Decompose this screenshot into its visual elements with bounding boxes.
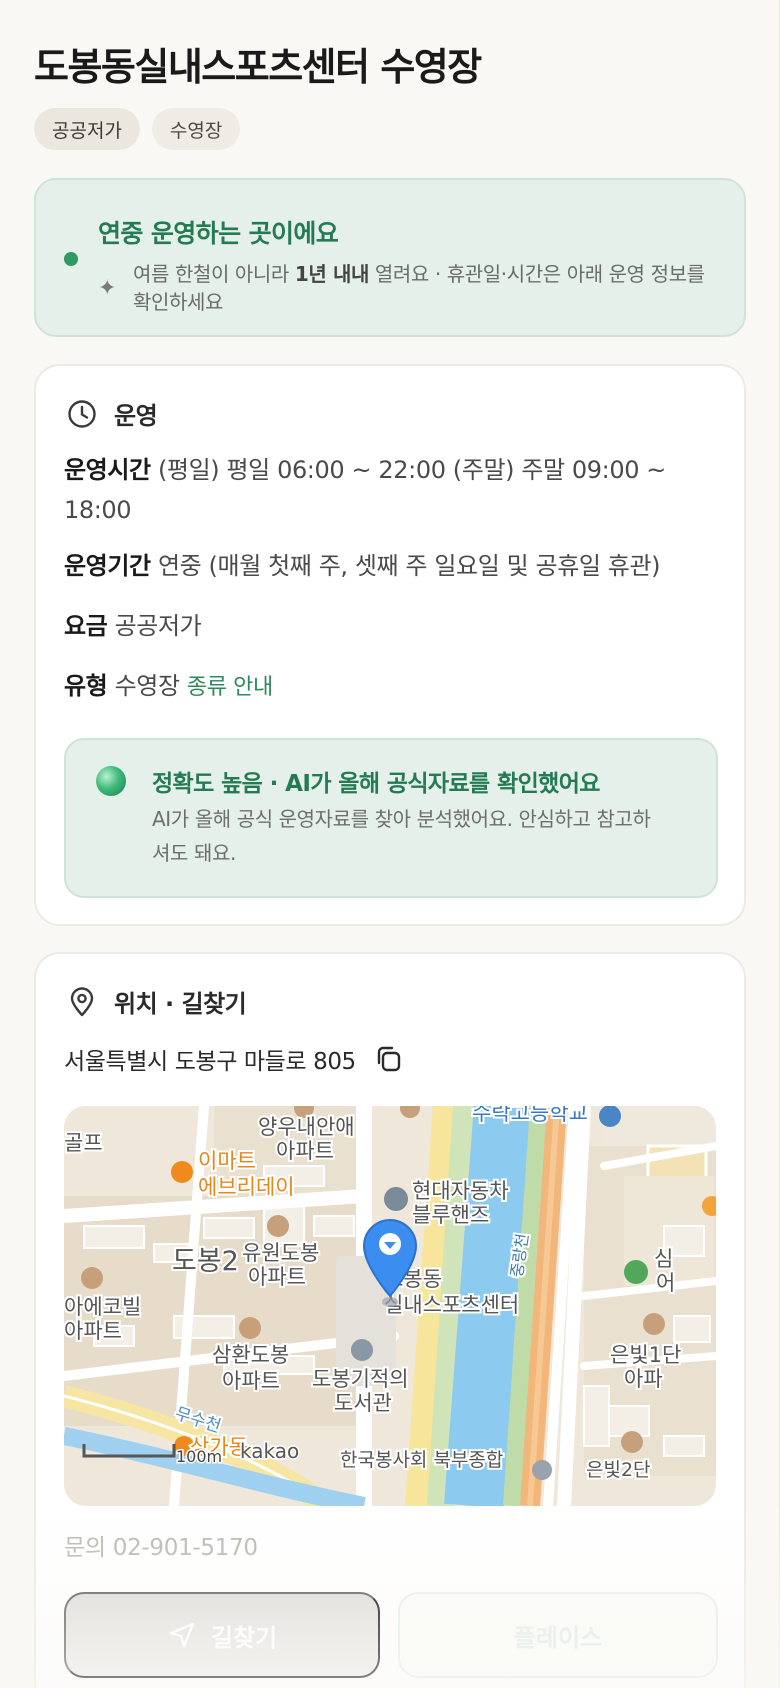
map-label-welfare: 한국봉사회 북부종합 [340, 1449, 503, 1471]
navigation-arrow-icon [169, 1622, 195, 1648]
map-label-emart2: 에브리데이 [198, 1175, 295, 1199]
map-canvas[interactable]: 수락고등학교 양우내안애 아파트 골프 이마트 에브리데이 현대자동차 블루핸즈… [64, 1106, 716, 1506]
location-map[interactable]: 수락고등학교 양우내안애 아파트 골프 이마트 에브리데이 현대자동차 블루핸즈… [64, 1106, 716, 1506]
hours-value: (평일) 평일 06:00 ~ 22:00 (주말) 주말 09:00 ~ 18… [64, 456, 667, 524]
map-label-samhwan1: 삼환도봉 [212, 1343, 289, 1367]
period-row: 운영기간 연중 (매월 첫째 주, 셋째 주 일요일 및 공휴일 휴관) [64, 546, 724, 586]
status-dot-icon [64, 252, 78, 266]
type-key: 유형 [64, 672, 108, 700]
map-label-o: 어 [656, 1271, 675, 1295]
ai-accuracy-notice: 정확도 높음 · AI가 올해 공식자료를 확인했어요 AI가 올해 공식 운영… [64, 738, 718, 898]
hours-key: 운영시간 [64, 456, 151, 484]
map-label-aeco2: 아파트 [64, 1319, 122, 1343]
address-text: 서울특별시 도봉구 마들로 805 [64, 1049, 356, 1075]
sparkle-icon: ✦ [98, 276, 117, 301]
period-value: 연중 (매월 첫째 주, 셋째 주 일요일 및 공휴일 휴관) [157, 552, 661, 580]
map-label-samhwan2: 아파트 [222, 1369, 280, 1393]
ai-orb-icon [96, 766, 126, 796]
location-card: 위치 · 길찾기 서울특별시 도봉구 마들로 805 수락고등학교 양우내안애 … [34, 952, 746, 1688]
clock-icon [68, 399, 96, 428]
type-guide-link[interactable]: 종류 안내 [187, 675, 273, 700]
operation-card: 운영 운영시간 (평일) 평일 06:00 ~ 22:00 (주말) 주말 09… [34, 364, 746, 926]
map-label-hyundai2: 블루핸즈 [412, 1203, 489, 1227]
map-label-school: 수락고등학교 [472, 1106, 588, 1125]
location-pin-icon [70, 986, 94, 1016]
map-label-eunbit2: 은빛2단 [586, 1459, 651, 1481]
place-button[interactable]: 플레이스 [398, 1592, 718, 1678]
operation-header: 운영 [66, 396, 158, 431]
year-round-banner: 연중 운영하는 곳이에요 ✦ 여름 한철이 아니라 1년 내내 열려요 · 휴관… [34, 178, 746, 337]
type-row: 유형 수영장 종류 안내 [64, 666, 724, 708]
map-label-library1: 도봉기적의 [312, 1367, 409, 1391]
map-label-emart1: 이마트 [198, 1149, 256, 1173]
ai-notice-description: AI가 올해 공식 운영자료를 찾아 분석했어요. 안심하고 참고하셔도 돼요. [152, 807, 651, 865]
route-button-label: 길찾기 [210, 1624, 278, 1652]
map-label-hyundai1: 현대자동차 [412, 1179, 509, 1203]
map-scale-label: 100m [176, 1447, 222, 1466]
map-label-eunbit1: 은빛1단 [610, 1343, 681, 1367]
page-title: 도봉동실내스포츠센터 수영장 [34, 45, 482, 89]
address-row: 서울특별시 도봉구 마들로 805 [64, 1042, 404, 1076]
map-label-golf: 골프 [64, 1131, 103, 1155]
map-label-apt1: 양우내안애 [258, 1115, 355, 1139]
fee-value: 공공저가 [114, 612, 202, 640]
banner-desc-bold: 1년 내내 [294, 262, 369, 286]
map-label-aeco1: 아에코빌 [64, 1295, 141, 1319]
type-value: 수영장 [114, 672, 180, 700]
route-button[interactable]: 길찾기 [64, 1592, 380, 1678]
map-label-library2: 도서관 [334, 1391, 392, 1415]
location-label: 위치 · 길찾기 [114, 990, 247, 1018]
tag-chip-type[interactable]: 수영장 [151, 108, 241, 150]
location-header: 위치 · 길찾기 [66, 984, 247, 1019]
operation-label: 운영 [114, 402, 158, 430]
map-label-yuwon1: 유원도봉 [242, 1241, 319, 1265]
fee-key: 요금 [64, 612, 108, 640]
tag-chip-fee[interactable]: 공공저가 [34, 108, 140, 150]
place-button-label: 플레이스 [513, 1624, 603, 1652]
contact-phone[interactable]: 문의 02-901-5170 [64, 1528, 258, 1562]
banner-description: 여름 한철이 아니라 1년 내내 열려요 · 휴관일·시간은 아래 운영 정보를… [133, 260, 723, 316]
map-label-apt1b: 아파트 [276, 1139, 334, 1163]
map-label-center2: 실내스포츠센터 [384, 1293, 519, 1317]
period-key: 운영기간 [64, 552, 151, 580]
map-brand-label: kakao [240, 1439, 299, 1463]
ai-notice-title: 정확도 높음 · AI가 올해 공식자료를 확인했어요 [152, 771, 600, 797]
tag-list: 공공저가 수영장 [34, 108, 241, 150]
map-label-eunbit1b: 아파 [624, 1367, 663, 1391]
hours-row: 운영시간 (평일) 평일 06:00 ~ 22:00 (주말) 주말 09:00… [64, 450, 724, 530]
map-label-sim: 심 [654, 1247, 673, 1271]
place-detail-page: 도봉동실내스포츠센터 수영장 공공저가 수영장 연중 운영하는 곳이에요 ✦ 여… [0, 0, 780, 1688]
banner-desc-pre: 여름 한철이 아니라 [133, 262, 295, 286]
map-label-yuwon2: 아파트 [248, 1265, 306, 1289]
banner-title: 연중 운영하는 곳이에요 [98, 219, 339, 248]
fee-row: 요금 공공저가 [64, 606, 724, 646]
map-label-dobong2: 도봉2 [172, 1246, 239, 1277]
copy-icon[interactable] [374, 1044, 404, 1074]
